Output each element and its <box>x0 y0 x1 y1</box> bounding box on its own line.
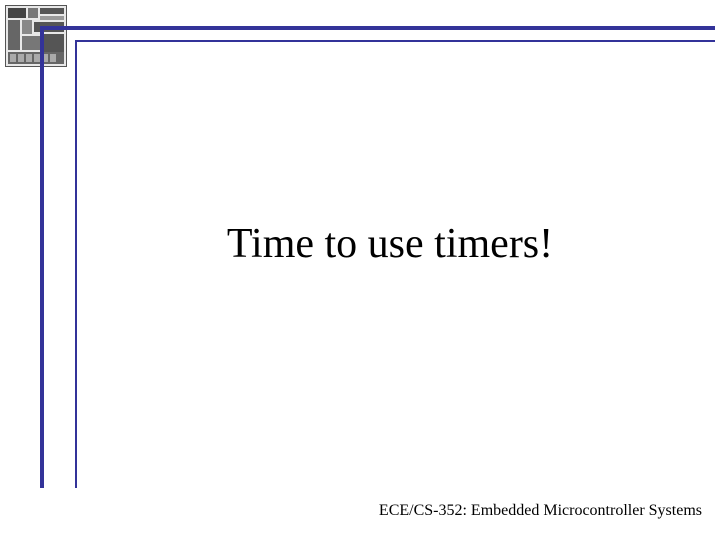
top-rule-thin <box>75 40 715 42</box>
slide: Time to use timers! ECE/CS-352: Embedded… <box>0 0 720 540</box>
left-rule-thin <box>75 40 77 488</box>
left-rule-thick <box>40 26 44 488</box>
top-rule-thick <box>40 26 715 30</box>
course-logo <box>5 5 67 67</box>
slide-footer: ECE/CS-352: Embedded Microcontroller Sys… <box>379 502 702 520</box>
slide-title: Time to use timers! <box>80 220 700 268</box>
